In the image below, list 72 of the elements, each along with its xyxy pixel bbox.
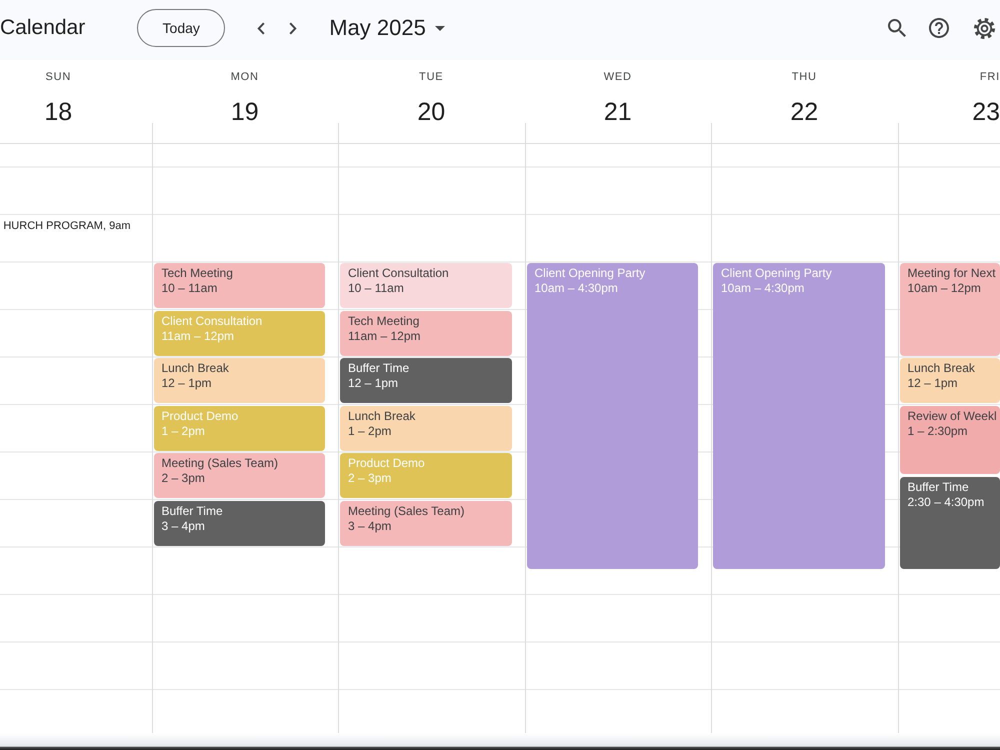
event-card[interactable]: Buffer Time 2:30 – 4:30pm xyxy=(900,476,1000,570)
event-card[interactable]: Lunch Break 1 – 2pm xyxy=(340,406,512,450)
date-number[interactable]: 21 xyxy=(604,97,632,127)
caret-down-icon xyxy=(434,26,445,30)
event-time: 10am – 4:30pm xyxy=(534,281,619,296)
weekday-label: TUE xyxy=(419,70,444,84)
event-title: Lunch Break xyxy=(908,361,976,376)
event-time: 3 – 4pm xyxy=(348,518,392,534)
event-title: Buffer Time xyxy=(348,361,410,376)
event-time: 3 – 4pm xyxy=(162,518,206,534)
event-time: 11am – 12pm xyxy=(162,328,235,344)
weekday-label: WED xyxy=(604,70,632,84)
event-title: Meeting (Sales Team) xyxy=(348,504,466,518)
event-card[interactable]: Buffer Time 3 – 4pm xyxy=(154,500,325,546)
event-card[interactable]: Lunch Break 12 – 1pm xyxy=(900,358,1000,403)
event-title: Tech Meeting xyxy=(162,266,234,281)
event-time: 2 – 3pm xyxy=(348,471,392,486)
search-icon[interactable] xyxy=(888,19,906,37)
today-button[interactable]: Today xyxy=(137,9,226,47)
event-title: Buffer Time xyxy=(162,504,224,518)
event-card[interactable]: Tech Meeting 11am – 12pm xyxy=(340,310,512,356)
event-title: Review of Weekl xyxy=(908,408,998,424)
date-number[interactable]: 22 xyxy=(790,97,818,127)
weekday-label: SUN xyxy=(45,70,72,84)
date-number[interactable]: 23 xyxy=(972,97,1000,127)
event-time: 12 – 1pm xyxy=(908,376,959,391)
event-time: 1 – 2pm xyxy=(162,424,206,438)
event-time: 12 – 1pm xyxy=(162,376,213,391)
event-title: Meeting (Sales Team) xyxy=(162,456,279,471)
event-time: 1 – 2pm xyxy=(348,424,392,438)
settings-icon[interactable] xyxy=(974,18,995,38)
date-number[interactable]: 19 xyxy=(230,97,259,127)
weekday-label: MON xyxy=(230,70,259,84)
event-title: Product Demo xyxy=(348,456,426,471)
app-title: Calendar xyxy=(0,15,86,41)
month-picker[interactable]: May 2025 xyxy=(329,14,445,42)
event-time: 10 – 11am xyxy=(162,281,218,296)
event-time: 10 – 11am xyxy=(348,281,405,296)
event-title: Client Consultation xyxy=(348,266,450,281)
event-title[interactable]: HURCH PROGRAM, xyxy=(3,220,106,232)
event-card[interactable]: Meeting (Sales Team) 3 – 4pm xyxy=(340,500,512,546)
chevron-left-icon[interactable] xyxy=(257,22,266,34)
event-title: Client Opening Party xyxy=(534,266,646,281)
event-card[interactable]: Lunch Break 12 – 1pm xyxy=(154,358,325,403)
event-card[interactable]: Review of Weekl 1 – 2:30pm xyxy=(900,406,1000,474)
event-time: 12 – 1pm xyxy=(348,376,400,391)
help-icon[interactable] xyxy=(929,18,949,38)
event-title: Client Consultation xyxy=(162,314,264,328)
event-title: Lunch Break xyxy=(162,361,230,376)
event-card[interactable]: Client Consultation 10 – 11am xyxy=(340,263,512,308)
event-title: Meeting for Next xyxy=(908,266,997,281)
event-time: 10am – 4:30pm xyxy=(721,281,806,296)
chevron-right-icon[interactable] xyxy=(289,22,298,34)
date-number[interactable]: 20 xyxy=(417,97,446,127)
event-title: Tech Meeting xyxy=(348,314,420,328)
event-time: 11am – 12pm xyxy=(348,328,422,344)
event-title: Product Demo xyxy=(162,408,240,424)
event-title: Client Opening Party xyxy=(721,266,833,281)
date-number[interactable]: 18 xyxy=(44,97,72,127)
event-time: 2 – 3pm xyxy=(162,471,206,486)
weekday-label: FRI xyxy=(980,70,1000,84)
event-time: 10am – 12pm xyxy=(908,281,982,296)
event-time: 2:30 – 4:30pm xyxy=(908,494,986,510)
event-time: 1 – 2:30pm xyxy=(908,424,969,438)
event-card[interactable]: Tech Meeting 10 – 11am xyxy=(154,263,325,308)
event-time[interactable]: 9am xyxy=(109,220,130,232)
event-card[interactable]: Meeting (Sales Team) 2 – 3pm xyxy=(154,453,325,498)
weekday-label: THU xyxy=(792,70,817,84)
event-title: Lunch Break xyxy=(348,408,416,424)
event-card[interactable]: Buffer Time 12 – 1pm xyxy=(340,358,512,403)
event-title: Buffer Time xyxy=(908,480,970,495)
event-card[interactable]: Meeting for Next 10am – 12pm xyxy=(900,263,1000,356)
